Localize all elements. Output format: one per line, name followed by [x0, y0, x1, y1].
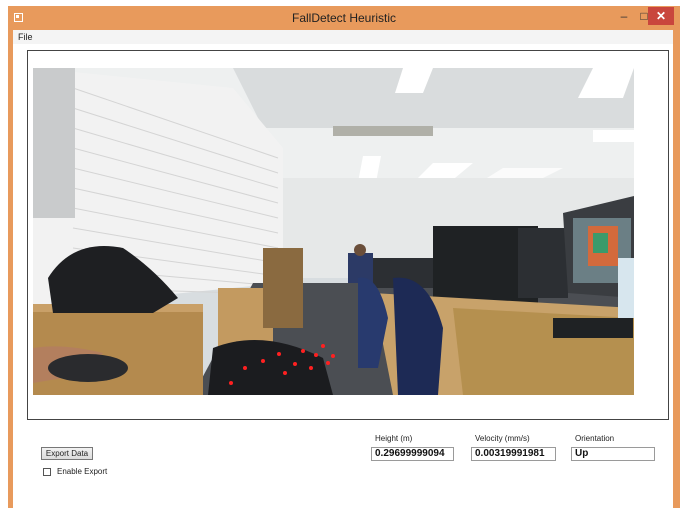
export-data-button[interactable]: Export Data [41, 447, 93, 460]
menu-file[interactable]: File [18, 32, 33, 42]
camera-feed-image [33, 68, 634, 395]
window-title: FallDetect Heuristic [291, 11, 397, 25]
enable-export-checkbox[interactable] [43, 468, 51, 476]
orientation-field[interactable]: Up [571, 447, 655, 461]
menu-bar: File [13, 30, 673, 44]
minimize-button[interactable]: – [614, 6, 634, 26]
client-area: File Export Data Enable Export Height (m… [13, 30, 673, 508]
height-label: Height (m) [375, 434, 413, 443]
orientation-label: Orientation [575, 434, 615, 443]
title-bar[interactable]: FallDetect Heuristic – □ ✕ [8, 6, 680, 30]
app-window: FallDetect Heuristic – □ ✕ File Export D… [8, 6, 680, 508]
velocity-label: Velocity (mm/s) [475, 434, 530, 443]
camera-feed [33, 68, 634, 395]
close-button[interactable]: ✕ [648, 7, 674, 25]
velocity-field[interactable]: 0.00319991981 [471, 447, 556, 461]
height-field[interactable]: 0.29699999094 [371, 447, 454, 461]
enable-export-label: Enable Export [57, 467, 108, 476]
